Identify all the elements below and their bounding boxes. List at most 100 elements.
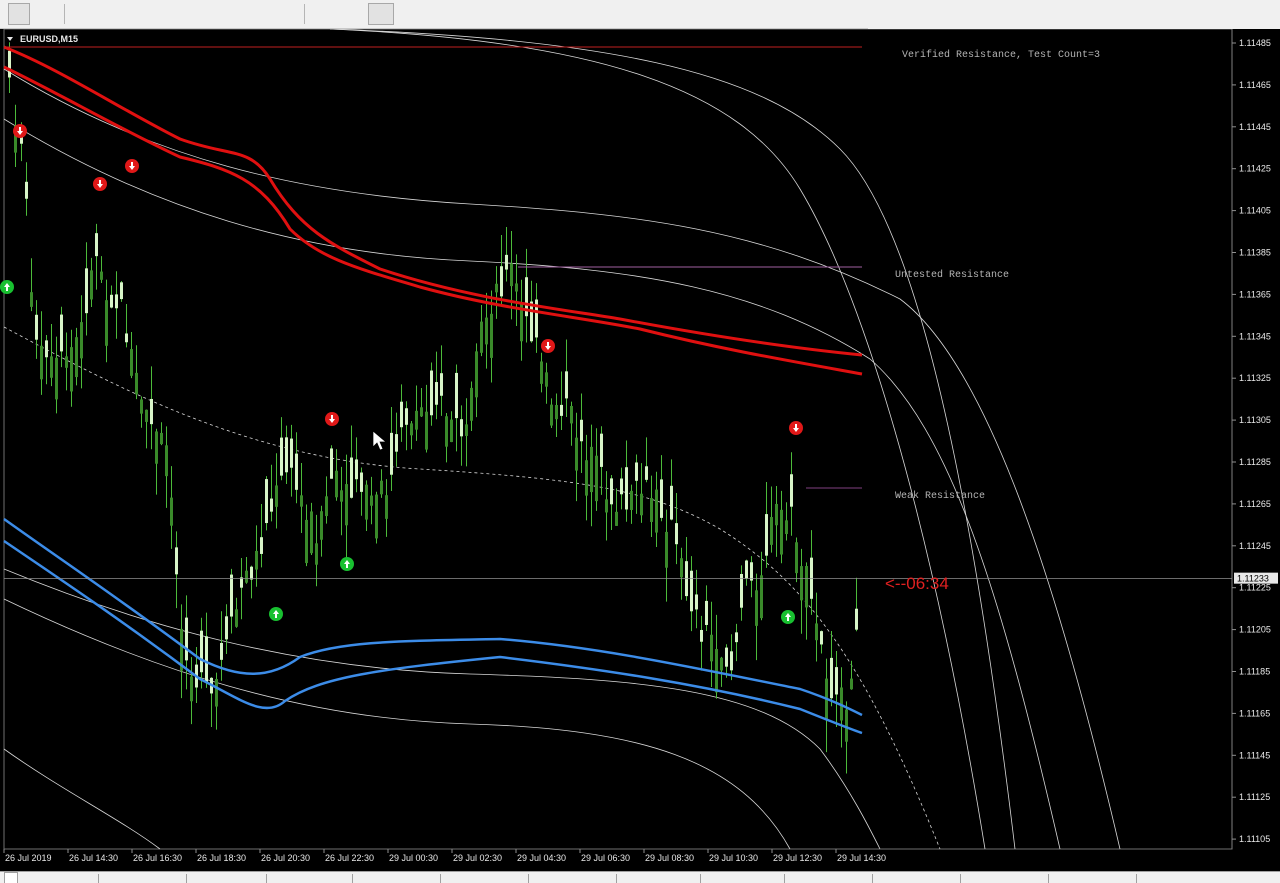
candle-body	[670, 485, 673, 520]
sell-arrow-icon	[325, 412, 339, 426]
candle-body	[720, 657, 723, 671]
candle-body	[300, 495, 303, 507]
candle-body	[580, 419, 583, 442]
timeframe-button-m1[interactable]	[312, 3, 338, 25]
candle-body	[8, 50, 11, 78]
time-axis-label: 29 Jul 10:30	[709, 853, 758, 863]
envelope-curve	[3, 118, 1061, 850]
verified-resistance-label: Verified Resistance, Test Count=3	[902, 49, 1100, 61]
candle-body	[90, 270, 93, 300]
candle-body	[710, 634, 713, 662]
envelope-curve	[329, 29, 1016, 850]
candle-body	[550, 404, 553, 426]
horizontal-line-tool[interactable]	[100, 3, 122, 25]
candle-body	[705, 600, 708, 625]
candle-body	[485, 317, 488, 345]
timeframe-button-d1[interactable]	[481, 3, 507, 25]
price-axis-label: 1.11305	[1239, 415, 1271, 425]
candle-body	[250, 566, 253, 580]
candle-body	[260, 537, 263, 554]
candle-body	[110, 294, 113, 308]
candle-body	[270, 498, 273, 512]
candle-body	[820, 631, 823, 645]
candle-body	[565, 371, 568, 399]
candle-body	[230, 574, 233, 617]
candle-body	[385, 495, 388, 519]
price-axis-label: 1.11245	[1239, 541, 1271, 551]
timeframe-button-h1[interactable]	[425, 3, 451, 25]
candle-body	[135, 372, 138, 395]
chart-window[interactable]: EURUSD,M15 1.11233 Verified Resistance, Te…	[0, 29, 1280, 871]
trendline-tool[interactable]	[128, 3, 150, 25]
candle-body	[170, 497, 173, 526]
candle-body	[640, 493, 643, 516]
price-axis-label: 1.11385	[1239, 248, 1271, 258]
timeframe-button-m30[interactable]	[397, 3, 423, 25]
price-axis-label: 1.11105	[1239, 834, 1270, 844]
candle-body	[555, 405, 558, 420]
candle-body	[800, 566, 803, 601]
candle-body	[130, 349, 133, 376]
candle-body	[435, 382, 438, 405]
buy-arrow-icon	[269, 607, 283, 621]
chart-tab[interactable]	[4, 872, 18, 883]
candle-body	[60, 314, 63, 352]
candle-body	[595, 455, 598, 502]
cursor-tool[interactable]	[8, 3, 30, 25]
candle-body	[275, 485, 278, 507]
fibonacci-tool[interactable]	[184, 3, 206, 25]
candle-body	[795, 542, 798, 574]
envelope-curve	[329, 29, 986, 850]
candle-body	[100, 271, 103, 280]
toolbar-empty-area	[868, 0, 1280, 28]
candle-body	[325, 496, 328, 517]
buy-arrow-icon	[340, 557, 354, 571]
candle-body	[410, 423, 413, 436]
candle-body	[510, 263, 513, 287]
price-axis-label: 1.11265	[1239, 499, 1271, 509]
blue-band-lower	[3, 539, 863, 735]
text-tool[interactable]	[212, 3, 234, 25]
candle-body	[155, 431, 158, 464]
timeframe-button-mn[interactable]	[538, 3, 564, 25]
candle-body	[415, 410, 418, 430]
candle-body	[745, 560, 748, 579]
symbol-menu-icon[interactable]	[7, 37, 13, 41]
candle-body	[835, 667, 838, 695]
candle-body	[590, 446, 593, 493]
crosshair-tool[interactable]	[36, 3, 58, 25]
candle-body	[25, 181, 28, 199]
time-axis-label: 29 Jul 00:30	[389, 853, 438, 863]
sell-arrow-icon	[541, 339, 555, 353]
candle-body	[360, 472, 363, 492]
candle-body	[175, 547, 178, 575]
untested-resistance-label: Untested Resistance	[895, 269, 1009, 281]
shapes-tool[interactable]	[266, 3, 298, 25]
candle-body	[505, 254, 508, 270]
label-tool[interactable]	[240, 3, 262, 25]
timeframe-button-m5[interactable]	[340, 3, 366, 25]
candle-body	[495, 283, 498, 293]
blue-band-upper	[3, 517, 863, 717]
price-axis-label: 1.11485	[1239, 38, 1271, 48]
candle-body	[405, 408, 408, 425]
candle-body	[190, 676, 193, 702]
candle-body	[330, 448, 333, 479]
candle-body	[660, 479, 663, 518]
price-axis-label: 1.11465	[1239, 80, 1271, 90]
candle-body	[365, 484, 368, 520]
timeframe-button-m15[interactable]	[368, 3, 395, 25]
chart-canvas[interactable]: EURUSD,M151.11233Verified Resistance, Te…	[0, 29, 1280, 871]
candle-body	[760, 575, 763, 619]
time-axis-label: 26 Jul 16:30	[133, 853, 182, 863]
vertical-line-tool[interactable]	[72, 3, 92, 25]
candle-body	[560, 404, 563, 416]
timeframe-button-h4[interactable]	[453, 3, 479, 25]
candle-body	[115, 294, 118, 309]
channel-tool[interactable]	[156, 3, 178, 25]
time-axis-label: 29 Jul 02:30	[453, 853, 502, 863]
weak-resistance-label: Weak Resistance	[895, 490, 985, 502]
candle-body	[40, 345, 43, 380]
timeframe-button-w1[interactable]	[509, 3, 535, 25]
envelope-curve	[3, 598, 791, 850]
